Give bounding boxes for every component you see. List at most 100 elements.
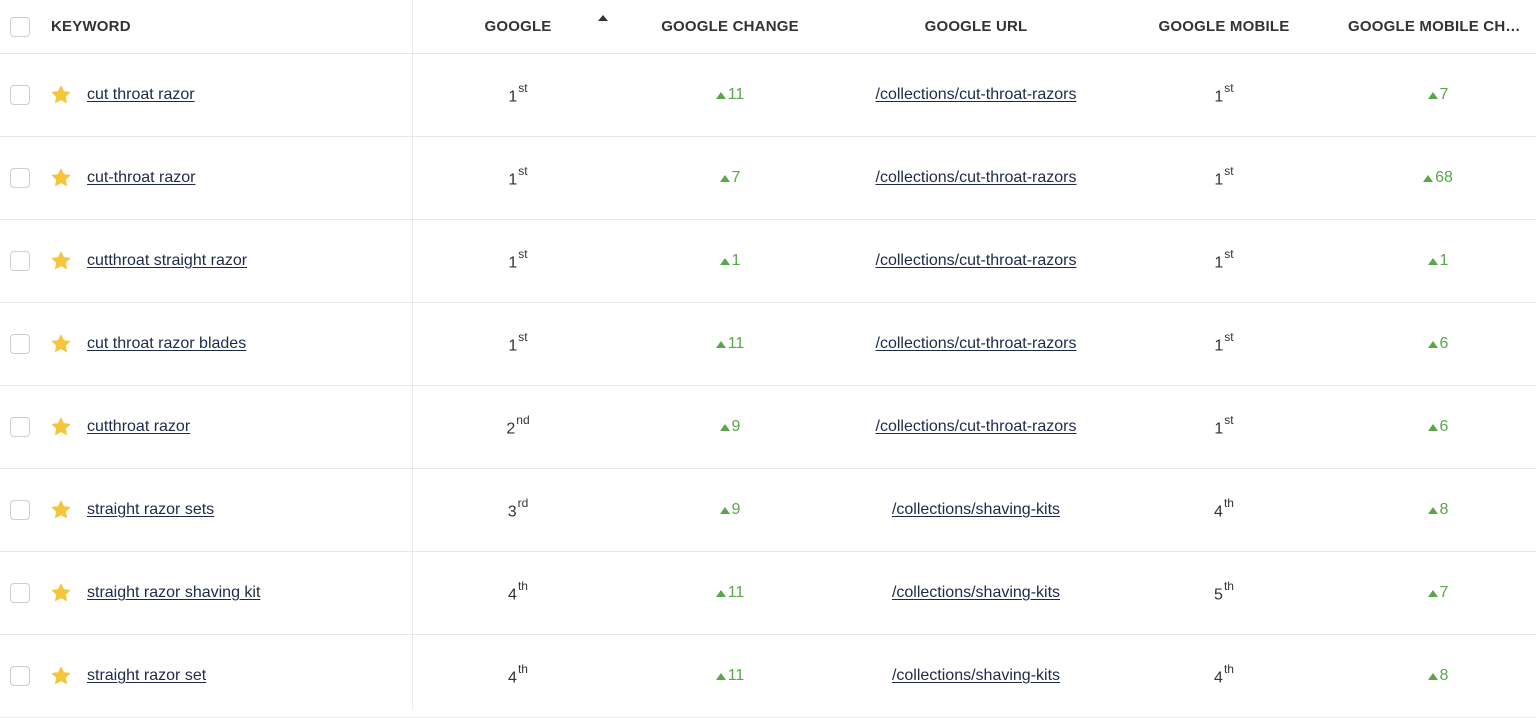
favorite-cell bbox=[50, 469, 74, 551]
header-google-change[interactable]: GOOGLE CHANGE bbox=[640, 0, 820, 53]
keyword-link[interactable]: cutthroat straight razor bbox=[87, 252, 247, 270]
google-url-link[interactable]: /collections/cut-throat-razors bbox=[876, 418, 1077, 436]
row-select-cell bbox=[10, 220, 32, 302]
google-rank: 1st bbox=[508, 329, 528, 355]
row-select-cell bbox=[10, 54, 32, 136]
google-mobile-rank: 5th bbox=[1214, 578, 1234, 604]
favorite-cell bbox=[50, 635, 74, 717]
header-google-mobile[interactable]: GOOGLE MOBILE bbox=[1140, 0, 1308, 53]
google-url-link[interactable]: /collections/shaving-kits bbox=[892, 584, 1060, 602]
google-rank: 1st bbox=[508, 163, 528, 189]
google-mobile-change: 7 bbox=[1427, 86, 1448, 104]
google-url-link[interactable]: /collections/cut-throat-razors bbox=[876, 252, 1077, 270]
star-icon[interactable] bbox=[50, 167, 72, 189]
google-url-link[interactable]: /collections/cut-throat-razors bbox=[876, 86, 1077, 104]
table-row: straight razor shaving kit 4th 11 /colle… bbox=[0, 552, 1536, 635]
google-mobile-rank-cell: 1st bbox=[1140, 54, 1308, 136]
table-row: cut throat razor blades 1st 11 /collecti… bbox=[0, 303, 1536, 386]
header-google-mobile-change[interactable]: GOOGLE MOBILE CHANGE bbox=[1340, 0, 1536, 53]
google-change-cell: 1 bbox=[640, 220, 820, 302]
google-mobile-change: 8 bbox=[1427, 667, 1448, 685]
google-change-cell: 9 bbox=[640, 386, 820, 468]
up-arrow-icon bbox=[1427, 672, 1438, 680]
google-mobile-rank: 1st bbox=[1214, 246, 1234, 272]
up-arrow-icon bbox=[1427, 340, 1438, 348]
row-checkbox[interactable] bbox=[10, 417, 30, 437]
google-mobile-change-cell: 8 bbox=[1340, 469, 1536, 551]
google-mobile-change-cell: 68 bbox=[1340, 137, 1536, 219]
google-mobile-rank: 4th bbox=[1214, 661, 1234, 687]
google-url-link[interactable]: /collections/shaving-kits bbox=[892, 501, 1060, 519]
header-google-url[interactable]: GOOGLE URL bbox=[840, 0, 1112, 53]
favorite-cell bbox=[50, 137, 74, 219]
table-row: cut-throat razor 1st 7 /collections/cut-… bbox=[0, 137, 1536, 220]
row-checkbox[interactable] bbox=[10, 168, 30, 188]
google-change-cell: 11 bbox=[640, 54, 820, 136]
star-icon[interactable] bbox=[50, 499, 72, 521]
row-checkbox[interactable] bbox=[10, 583, 30, 603]
google-url-cell: /collections/shaving-kits bbox=[840, 552, 1112, 634]
google-url-cell: /collections/cut-throat-razors bbox=[840, 137, 1112, 219]
up-arrow-icon bbox=[719, 257, 730, 265]
sort-up-icon[interactable] bbox=[598, 15, 608, 21]
google-url-cell: /collections/cut-throat-razors bbox=[840, 220, 1112, 302]
up-arrow-icon bbox=[1427, 589, 1438, 597]
star-icon[interactable] bbox=[50, 84, 72, 106]
header-keyword[interactable]: KEYWORD bbox=[51, 0, 351, 53]
keyword-link[interactable]: cut throat razor blades bbox=[87, 335, 246, 353]
keyword-link[interactable]: cutthroat razor bbox=[87, 418, 190, 436]
row-select-cell bbox=[10, 386, 32, 468]
keyword-rankings-table: KEYWORD GOOGLE GOOGLE CHANGE GOOGLE URL … bbox=[0, 0, 1536, 718]
star-icon[interactable] bbox=[50, 416, 72, 438]
keyword-link[interactable]: cut-throat razor bbox=[87, 169, 195, 187]
google-url-link[interactable]: /collections/cut-throat-razors bbox=[876, 169, 1077, 187]
google-mobile-change: 8 bbox=[1427, 501, 1448, 519]
star-icon[interactable] bbox=[50, 582, 72, 604]
google-url-link[interactable]: /collections/cut-throat-razors bbox=[876, 335, 1077, 353]
keyword-cell: cut throat razor bbox=[87, 54, 407, 136]
keyword-link[interactable]: straight razor sets bbox=[87, 501, 214, 519]
favorite-cell bbox=[50, 220, 74, 302]
google-mobile-rank: 1st bbox=[1214, 412, 1234, 438]
google-url-cell: /collections/shaving-kits bbox=[840, 469, 1112, 551]
google-mobile-change: 6 bbox=[1427, 418, 1448, 436]
google-mobile-change-cell: 6 bbox=[1340, 386, 1536, 468]
up-arrow-icon bbox=[719, 423, 730, 431]
row-checkbox[interactable] bbox=[10, 85, 30, 105]
row-checkbox[interactable] bbox=[10, 500, 30, 520]
select-all-checkbox[interactable] bbox=[10, 16, 30, 37]
star-icon[interactable] bbox=[50, 333, 72, 355]
up-arrow-icon bbox=[1427, 423, 1438, 431]
google-rank-cell: 1st bbox=[430, 220, 606, 302]
header-google[interactable]: GOOGLE bbox=[430, 0, 606, 53]
google-url-link[interactable]: /collections/shaving-kits bbox=[892, 667, 1060, 685]
google-rank-cell: 4th bbox=[430, 552, 606, 634]
table-body: cut throat razor 1st 11 /collections/cut… bbox=[0, 54, 1536, 718]
star-icon[interactable] bbox=[50, 250, 72, 272]
keyword-cell: straight razor sets bbox=[87, 469, 407, 551]
google-url-cell: /collections/cut-throat-razors bbox=[840, 386, 1112, 468]
star-icon[interactable] bbox=[50, 665, 72, 687]
keyword-link[interactable]: straight razor shaving kit bbox=[87, 584, 260, 602]
google-rank-cell: 4th bbox=[430, 635, 606, 717]
keyword-cell: straight razor shaving kit bbox=[87, 552, 407, 634]
google-rank: 1st bbox=[508, 246, 528, 272]
keyword-link[interactable]: straight razor set bbox=[87, 667, 206, 685]
google-mobile-change-cell: 6 bbox=[1340, 303, 1536, 385]
row-checkbox[interactable] bbox=[10, 666, 30, 686]
google-mobile-rank: 4th bbox=[1214, 495, 1234, 521]
favorite-cell bbox=[50, 552, 74, 634]
row-select-cell bbox=[10, 469, 32, 551]
row-checkbox[interactable] bbox=[10, 251, 30, 271]
google-mobile-rank-cell: 4th bbox=[1140, 635, 1308, 717]
header-google-change-label: GOOGLE CHANGE bbox=[661, 18, 799, 35]
google-mobile-change-cell: 8 bbox=[1340, 635, 1536, 717]
google-rank-cell: 3rd bbox=[430, 469, 606, 551]
google-change: 9 bbox=[719, 418, 740, 436]
header-google-mobile-label: GOOGLE MOBILE bbox=[1158, 18, 1290, 35]
google-rank-cell: 2nd bbox=[430, 386, 606, 468]
row-checkbox[interactable] bbox=[10, 334, 30, 354]
keyword-link[interactable]: cut throat razor bbox=[87, 86, 195, 104]
google-change-cell: 11 bbox=[640, 635, 820, 717]
google-change: 11 bbox=[715, 584, 744, 602]
